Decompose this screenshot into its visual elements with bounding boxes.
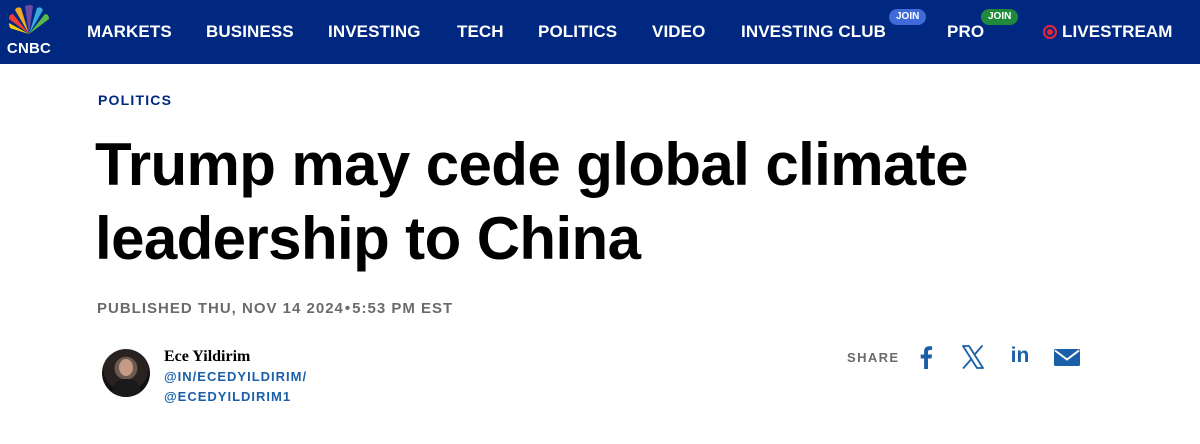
share-email-button[interactable] — [1052, 342, 1082, 372]
nav-item-business[interactable]: BUSINESS — [206, 0, 294, 64]
top-nav-bar: CNBC MARKETS BUSINESS INVESTING TECH POL… — [0, 0, 1200, 64]
mail-icon — [1054, 349, 1080, 366]
nav-item-tech[interactable]: TECH — [457, 0, 504, 64]
live-indicator-icon — [1043, 25, 1057, 39]
published-date: PUBLISHED THU, NOV 14 2024 — [97, 300, 344, 317]
share-x-button[interactable] — [958, 342, 988, 372]
author-twitter-link[interactable]: @ECEDYILDIRIM1 — [164, 389, 291, 404]
article-headline: Trump may cede global climate leadership… — [95, 128, 1175, 276]
cnbc-logo[interactable]: CNBC — [0, 0, 58, 64]
published-separator: • — [344, 300, 352, 317]
nav-item-video[interactable]: VIDEO — [652, 0, 705, 64]
headline-line-2: leadership to China — [95, 205, 641, 272]
author-name[interactable]: Ece Yildirim — [164, 348, 250, 366]
x-icon — [962, 345, 984, 369]
logo-text: CNBC — [6, 40, 52, 57]
section-kicker[interactable]: POLITICS — [98, 92, 172, 108]
author-linkedin-link[interactable]: @IN/ECEDYILDIRIM/ — [164, 369, 307, 384]
peacock-icon — [9, 5, 49, 35]
investing-club-join-badge[interactable]: JOIN — [889, 9, 927, 25]
nav-item-pro[interactable]: PRO — [947, 0, 984, 64]
nav-item-investing[interactable]: INVESTING — [328, 0, 421, 64]
share-facebook-button[interactable] — [911, 342, 941, 372]
published-time: 5:53 PM EST — [352, 300, 454, 317]
pro-join-badge[interactable]: JOIN — [981, 9, 1019, 25]
facebook-icon — [920, 346, 933, 369]
share-label: SHARE — [847, 350, 900, 365]
nav-item-livestream[interactable]: LIVESTREAM — [1062, 0, 1173, 64]
share-linkedin-button[interactable]: in — [1005, 342, 1035, 372]
nav-item-markets[interactable]: MARKETS — [87, 0, 172, 64]
published-timestamp: PUBLISHED THU, NOV 14 2024•5:53 PM EST — [97, 300, 453, 317]
author-avatar[interactable] — [102, 349, 150, 397]
linkedin-icon: in — [1010, 344, 1030, 367]
headline-line-1: Trump may cede global climate — [95, 131, 969, 198]
nav-item-politics[interactable]: POLITICS — [538, 0, 617, 64]
nav-item-investing-club[interactable]: INVESTING CLUB — [741, 0, 886, 64]
